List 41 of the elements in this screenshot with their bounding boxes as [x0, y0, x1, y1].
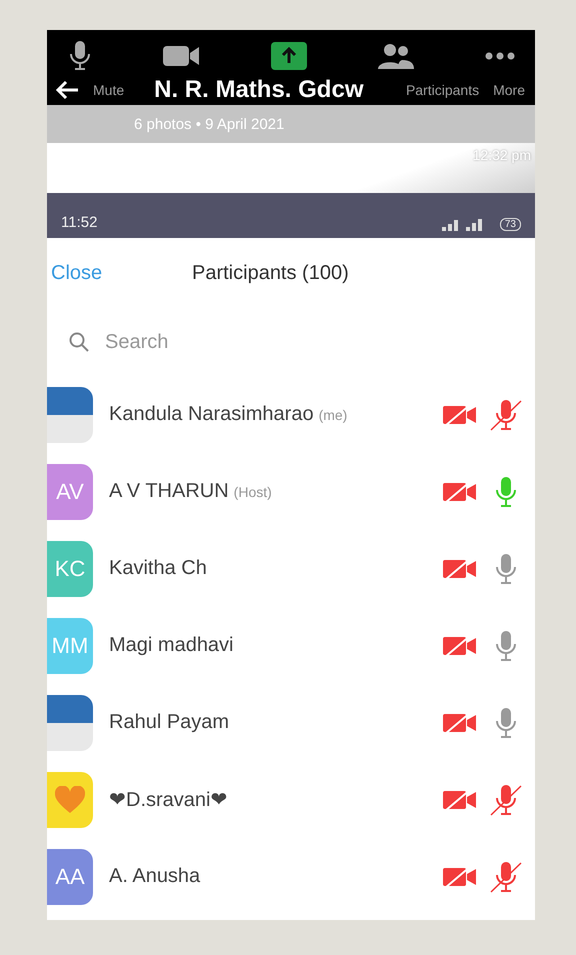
avatar-photo-placeholder — [47, 386, 93, 442]
video-off-icon[interactable] — [443, 634, 477, 656]
album-subtitle: 6 photos • 9 April 2021 — [134, 116, 284, 132]
participants-title: Participants (100) — [192, 262, 349, 284]
microphone-muted-icon[interactable] — [489, 860, 523, 892]
back-arrow-icon[interactable] — [55, 80, 79, 100]
microphone-muted-icon[interactable] — [489, 784, 523, 816]
avatar-initials: AV — [47, 464, 93, 520]
microphone-icon[interactable] — [69, 40, 91, 72]
share-screen-icon[interactable] — [271, 42, 307, 70]
album-title: N. R. Maths. Gdcw — [154, 76, 364, 104]
video-off-icon[interactable] — [443, 866, 477, 888]
participant-role: (Host) — [234, 484, 272, 500]
avatar-initials: KC — [47, 540, 93, 596]
participant-name: Kandula Narasimharao — [109, 403, 314, 426]
microphone-muted-icon[interactable] — [489, 398, 523, 430]
avatar-photo-placeholder — [47, 694, 93, 750]
search-icon — [69, 332, 89, 352]
participant-name: Magi madhavi — [109, 634, 234, 657]
participant-role: (me) — [318, 407, 348, 423]
participant-name: A V THARUN — [109, 480, 229, 503]
battery-level: 73 — [500, 218, 521, 230]
video-camera-icon[interactable] — [162, 44, 200, 68]
participant-name: Kavitha Ch — [109, 557, 207, 580]
participant-name: Rahul Payam — [109, 711, 230, 734]
close-link[interactable]: Close — [47, 262, 102, 284]
people-icon[interactable] — [378, 43, 414, 69]
video-off-icon[interactable] — [443, 788, 477, 810]
status-time: 11:52 — [61, 214, 98, 231]
toolbar-label: Participants — [406, 82, 480, 98]
video-off-icon[interactable] — [443, 480, 477, 502]
video-off-icon[interactable] — [443, 712, 477, 734]
video-off-icon[interactable] — [443, 558, 477, 580]
toolbar-label: Mute — [93, 82, 124, 98]
more-icon[interactable] — [485, 52, 515, 60]
avatar-initials: MM — [47, 618, 93, 674]
video-off-icon[interactable] — [443, 404, 477, 426]
avatar-initials: AA — [47, 848, 93, 904]
toolbar-label: More — [493, 82, 525, 98]
participant-name: A. Anusha — [109, 865, 200, 888]
participant-name: ❤D.sravani❤ — [109, 788, 228, 812]
